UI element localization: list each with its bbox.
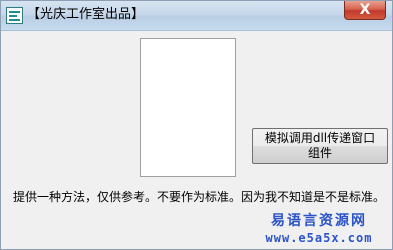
info-label: 提供一种方法，仅供参考。不要作为标准。因为我不知道是不是标准。 (13, 190, 386, 204)
window-title: 【光庆工作室出品】 (27, 7, 145, 22)
simulate-dll-call-button[interactable]: 模拟调用dll传递窗口组件 (252, 128, 388, 164)
app-window: 【光庆工作室出品】 X 模拟调用dll传递窗口组件 提供一种方法，仅供参考。不要… (0, 0, 393, 250)
watermark-url: www.e5a5x.com (265, 231, 373, 245)
watermark-site-name: 易语言资源网 (271, 213, 367, 229)
close-button[interactable]: X (344, 1, 386, 20)
title-bar[interactable]: 【光庆工作室出品】 X (1, 1, 392, 31)
client-area: 模拟调用dll传递窗口组件 提供一种方法，仅供参考。不要作为标准。因为我不知道是… (1, 31, 392, 249)
picture-box (140, 38, 236, 177)
site-watermark: 易语言资源网 www.e5a5x.com (254, 212, 384, 246)
app-icon (6, 7, 23, 24)
